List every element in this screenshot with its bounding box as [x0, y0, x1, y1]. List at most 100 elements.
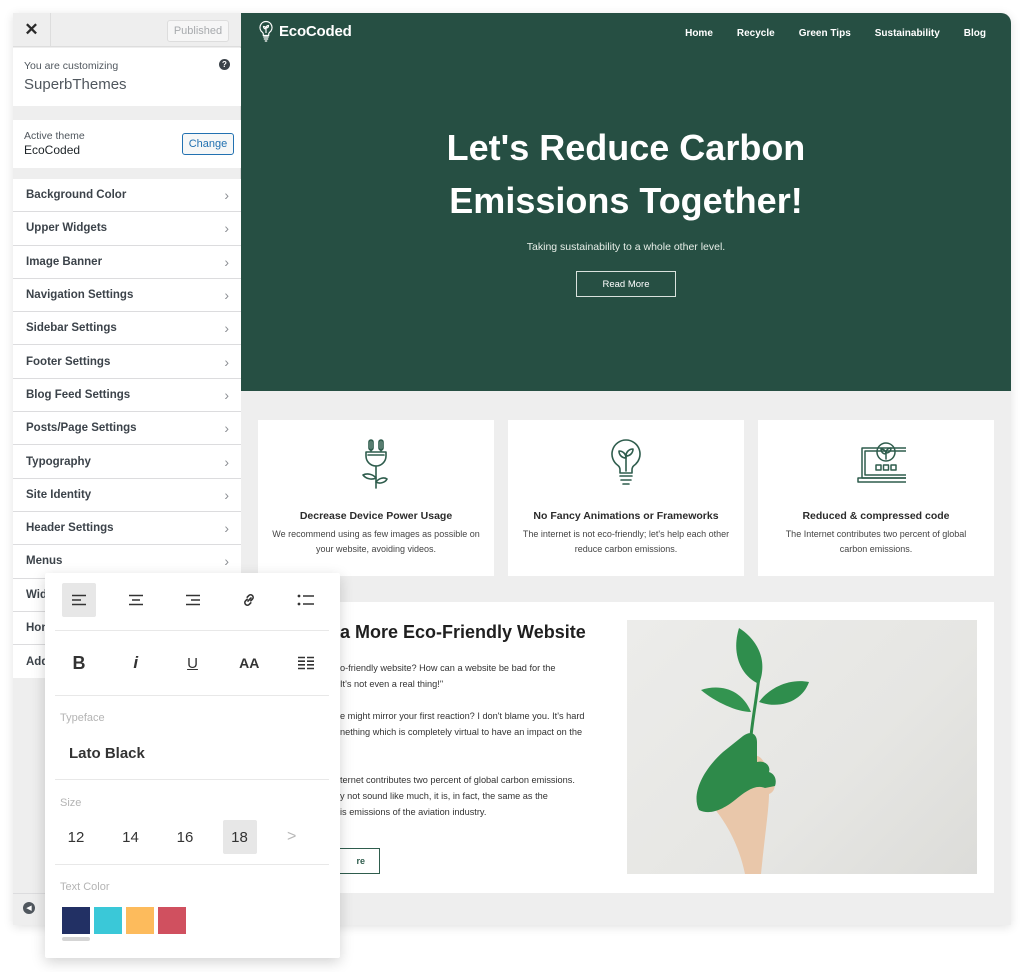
- site-name: SuperbThemes: [24, 76, 127, 93]
- active-theme-name: EcoCoded: [24, 143, 81, 157]
- sidebar-item-label: Typography: [26, 455, 91, 468]
- text-style-toolbar: B i U AA: [55, 645, 330, 681]
- nav-recycle[interactable]: Recycle: [737, 28, 775, 39]
- selected-color-indicator: [62, 937, 90, 941]
- feature-title: Reduced & compressed code: [802, 510, 950, 522]
- list-button[interactable]: [289, 583, 323, 617]
- link-button[interactable]: [232, 583, 266, 617]
- chevron-right-icon: ›: [224, 453, 229, 470]
- close-button[interactable]: ✕: [13, 13, 51, 47]
- align-center-button[interactable]: [119, 583, 153, 617]
- sidebar-item-label: Navigation Settings: [26, 289, 134, 302]
- article-paragraph: e might mirror your first reaction? I do…: [340, 708, 585, 740]
- typeface-select[interactable]: Lato Black: [69, 745, 145, 762]
- sidebar-item-upper-widgets[interactable]: Upper Widgets ›: [13, 212, 241, 246]
- nav-home[interactable]: Home: [685, 28, 713, 39]
- chevron-right-icon: ›: [224, 220, 229, 237]
- site-preview: EcoCoded Home Recycle Green Tips Sustain…: [241, 13, 1011, 925]
- typeface-label: Typeface: [60, 712, 105, 724]
- list-icon: [297, 594, 314, 606]
- sidebar-item-blog-feed-settings[interactable]: Blog Feed Settings ›: [13, 378, 241, 413]
- align-right-button[interactable]: [176, 583, 210, 617]
- format-popover: B i U AA Typeface Lato Black Size 12 14 …: [45, 573, 340, 958]
- size-option-12[interactable]: 12: [59, 820, 93, 854]
- features-row: Decrease Device Power Usage We recommend…: [258, 420, 994, 576]
- published-button[interactable]: Published: [167, 20, 229, 42]
- nav-blog[interactable]: Blog: [964, 28, 986, 39]
- align-right-icon: [185, 594, 200, 606]
- size-option-16[interactable]: 16: [168, 820, 202, 854]
- sidebar-item-footer-settings[interactable]: Footer Settings ›: [13, 345, 241, 379]
- customizing-label: You are customizing: [24, 60, 119, 72]
- color-swatch-cyan[interactable]: [94, 907, 122, 934]
- sidebar-item-site-identity[interactable]: Site Identity ›: [13, 478, 241, 512]
- columns-button[interactable]: [289, 646, 323, 680]
- color-swatch-navy[interactable]: [62, 907, 90, 934]
- bold-button[interactable]: B: [62, 646, 96, 680]
- lightbulb-sprout-icon: [611, 439, 641, 485]
- italic-button[interactable]: i: [119, 646, 153, 680]
- feature-description: The Internet contributes two percent of …: [785, 529, 967, 554]
- text-color-label: Text Color: [60, 881, 110, 893]
- article-text-line: nething which is completely virtual to h…: [340, 727, 583, 737]
- feature-card: No Fancy Animations or Frameworks The in…: [508, 420, 744, 576]
- chevron-right-icon: ›: [224, 320, 229, 337]
- site-navigation: Home Recycle Green Tips Sustainability B…: [685, 28, 986, 39]
- sidebar-item-header-settings[interactable]: Header Settings ›: [13, 511, 241, 546]
- article-text-line: y not sound like much, it is, in fact, t…: [340, 791, 548, 801]
- hand-holding-plant-image: [627, 620, 977, 874]
- nav-green-tips[interactable]: Green Tips: [799, 28, 851, 39]
- sidebar-item-sidebar-settings[interactable]: Sidebar Settings ›: [13, 312, 241, 346]
- color-swatch-red[interactable]: [158, 907, 186, 934]
- sidebar-item-image-banner[interactable]: Image Banner ›: [13, 245, 241, 279]
- sidebar-item-posts-page-settings[interactable]: Posts/Page Settings ›: [13, 412, 241, 446]
- bold-icon: B: [72, 652, 86, 673]
- sidebar-item-label: Background Color: [26, 189, 127, 202]
- nav-sustainability[interactable]: Sustainability: [875, 28, 940, 39]
- sidebar-item-background-color[interactable]: Background Color ›: [13, 179, 241, 213]
- close-icon: ✕: [24, 20, 39, 39]
- align-left-button[interactable]: [62, 583, 96, 617]
- chevron-right-icon: ›: [224, 520, 229, 537]
- sidebar-item-label: Menus: [26, 555, 63, 568]
- hero-section: EcoCoded Home Recycle Green Tips Sustain…: [241, 13, 1011, 391]
- columns-icon: [298, 656, 314, 670]
- site-logo[interactable]: EcoCoded: [258, 20, 352, 42]
- size-option-14[interactable]: 14: [114, 820, 148, 854]
- align-left-icon: [72, 594, 86, 606]
- color-swatches: [62, 907, 186, 934]
- underline-button[interactable]: U: [176, 646, 210, 680]
- divider: [55, 695, 329, 696]
- feature-card: Reduced & compressed code The Internet c…: [758, 420, 994, 576]
- color-swatch-orange[interactable]: [126, 907, 154, 934]
- active-theme-label: Active theme: [24, 130, 85, 142]
- collapse-sidebar-button[interactable]: ◀: [23, 902, 35, 914]
- divider: [55, 779, 329, 780]
- change-theme-button[interactable]: Change: [182, 133, 234, 155]
- feature-title: No Fancy Animations or Frameworks: [533, 510, 719, 522]
- sidebar-item-navigation-settings[interactable]: Navigation Settings ›: [13, 278, 241, 313]
- plug-leaf-icon: [362, 439, 388, 489]
- plant-illustration: [696, 628, 809, 874]
- align-center-icon: [128, 594, 143, 606]
- hero-title-line: Emissions Together!: [449, 180, 803, 221]
- hero-read-more-button[interactable]: Read More: [576, 271, 676, 297]
- hero-title-line: Let's Reduce Carbon: [446, 127, 806, 168]
- sidebar-item-label: Footer Settings: [26, 355, 111, 368]
- help-icon[interactable]: ?: [219, 59, 230, 70]
- feature-title: Decrease Device Power Usage: [299, 510, 453, 522]
- article-paragraph: ternet contributes two percent of global…: [340, 772, 575, 820]
- sidebar-item-label: Header Settings: [26, 522, 114, 535]
- sidebar-item-label: Posts/Page Settings: [26, 422, 137, 435]
- chevron-right-icon: ›: [224, 187, 229, 204]
- chevron-right-icon[interactable]: >: [287, 828, 296, 846]
- sidebar-item-label: Sidebar Settings: [26, 322, 117, 335]
- uppercase-button[interactable]: AA: [232, 646, 266, 680]
- sidebar-item-typography[interactable]: Typography ›: [13, 445, 241, 479]
- size-option-18[interactable]: 18: [222, 820, 257, 854]
- article-text-line: It's not even a real thing!": [340, 679, 444, 689]
- underline-icon: U: [187, 654, 198, 672]
- link-icon: [244, 594, 255, 606]
- feature-card: Decrease Device Power Usage We recommend…: [258, 420, 494, 576]
- collapse-icon: ◀: [26, 905, 32, 912]
